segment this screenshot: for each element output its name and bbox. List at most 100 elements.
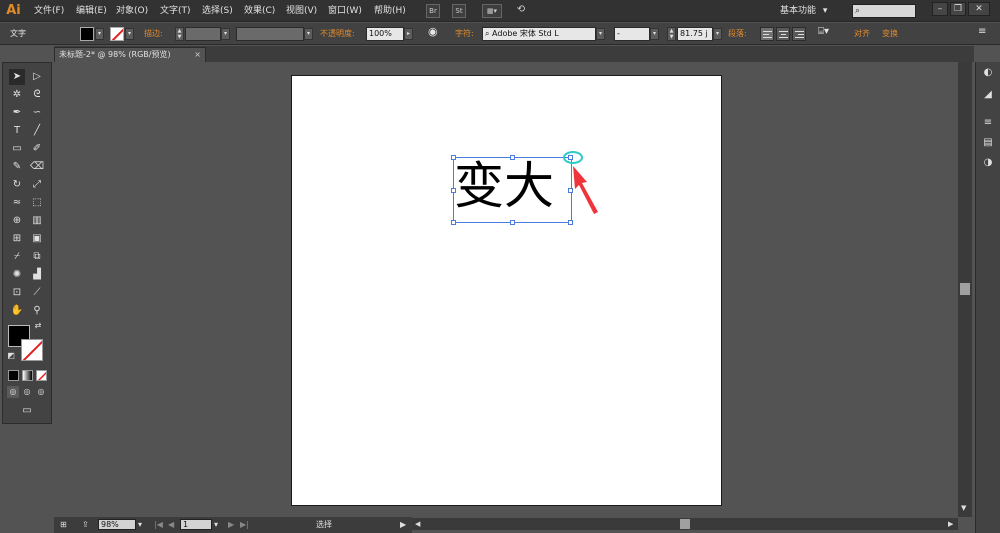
perspective-grid-tool-icon[interactable]: ▥ [29,213,45,229]
mesh-tool-icon[interactable]: ⊞ [9,231,25,247]
selection-bounding-box[interactable] [451,155,573,225]
transparency-panel-icon[interactable]: ◑ [981,156,995,170]
rotate-tool-icon[interactable]: ↻ [9,177,25,193]
rectangle-tool-icon[interactable]: ▭ [9,141,25,157]
artboard-dropdown-icon[interactable]: ▾ [214,520,218,530]
scroll-left-icon[interactable]: ◀ [415,519,420,529]
share-icon[interactable]: ⇪ [82,520,89,530]
transform-panel-link[interactable]: 变换 [882,28,898,40]
hand-tool-icon[interactable]: ✋ [9,303,25,319]
align-center-button[interactable] [776,27,790,41]
font-size-stepper[interactable]: ▲ ▼ [667,27,676,41]
menu-edit[interactable]: 编辑(E) [76,4,107,18]
font-family-dropdown[interactable]: ▾ [596,28,605,40]
variable-width-profile[interactable] [236,27,304,41]
font-family-field[interactable]: ⌕ Adobe 宋体 Std L [482,27,596,41]
resize-handle-bottom-left[interactable] [451,220,456,225]
gradient-panel-icon[interactable]: ▤ [981,136,995,150]
stroke-weight-dropdown[interactable]: ▾ [221,28,230,40]
resize-handle-bottom[interactable] [510,220,515,225]
resize-handle-left[interactable] [451,188,456,193]
first-artboard-icon[interactable]: |◀ [154,520,163,530]
stroke-weight-stepper[interactable]: ▲ ▼ [175,27,184,41]
recolor-artwork-icon[interactable]: ◉ [428,26,438,38]
fill-dropdown[interactable]: ▾ [95,28,104,40]
color-mode-icon[interactable] [8,370,19,381]
gradient-mode-icon[interactable] [22,370,33,381]
symbol-sprayer-tool-icon[interactable]: ✺ [9,267,25,283]
default-colors-icon[interactable]: ◩ [6,351,16,361]
minimize-button[interactable]: – [932,2,948,16]
shape-builder-tool-icon[interactable]: ⊕ [9,213,25,229]
stroke-weight-field[interactable] [185,27,221,41]
opacity-field[interactable]: 100% [366,27,404,41]
warp-tool-icon[interactable]: ≈ [9,195,25,211]
menu-object[interactable]: 对象(O) [116,4,148,18]
profile-dropdown[interactable]: ▾ [304,28,313,40]
menu-select[interactable]: 选择(S) [202,4,233,18]
resize-handle-bottom-right[interactable] [568,220,573,225]
draw-normal-icon[interactable]: ◎ [7,386,19,398]
fill-swatch[interactable] [80,27,94,41]
lasso-tool-icon[interactable]: ᘓ [29,87,45,103]
stroke-label[interactable]: 描边: [144,28,163,40]
previous-artboard-icon[interactable]: ◀ [168,520,174,530]
artboard[interactable]: 变大 [291,75,722,506]
eraser-tool-icon[interactable]: ⌫ [29,159,45,175]
align-left-button[interactable] [760,27,774,41]
restore-button[interactable]: ❐ [950,2,966,16]
horizontal-scroll-thumb[interactable] [680,519,690,529]
font-style-field[interactable]: - [614,27,650,41]
stroke-swatch[interactable] [110,27,124,41]
color-guide-icon[interactable]: ◢ [981,88,995,102]
paragraph-label[interactable]: 段落: [728,28,747,40]
font-size-field[interactable]: 81.75 j [677,27,713,41]
menu-type[interactable]: 文字(T) [160,4,191,18]
menu-view[interactable]: 视图(V) [286,4,317,18]
close-button[interactable]: ✕ [968,2,990,16]
pencil-tool-icon[interactable]: ✎ [9,159,25,175]
artboard-nav-icon[interactable]: ⊞ [60,520,67,530]
line-tool-icon[interactable]: ╱ [29,123,45,139]
status-menu-icon[interactable]: ▶ [400,520,406,530]
draw-behind-icon[interactable]: ◎ [21,386,33,398]
pen-tool-icon[interactable]: ✒ [9,105,25,121]
scroll-down-icon[interactable]: ▼ [961,503,966,513]
artboard-tool-icon[interactable]: ⊡ [9,285,25,301]
zoom-tool-icon[interactable]: ⚲ [29,303,45,319]
bridge-button[interactable]: Br [426,4,440,18]
opacity-label[interactable]: 不透明度: [320,28,355,40]
color-panel-icon[interactable]: ◐ [981,66,995,80]
slice-tool-icon[interactable]: ⟋ [29,285,45,301]
menu-help[interactable]: 帮助(H) [374,4,406,18]
menu-effect[interactable]: 效果(C) [244,4,275,18]
swap-colors-icon[interactable]: ⇄ [33,321,43,331]
horizontal-scrollbar[interactable]: ◀ ▶ [412,518,958,530]
align-panel-link[interactable]: 对齐 [854,28,870,40]
selection-tool-icon[interactable]: ➤ [9,69,25,85]
zoom-dropdown-icon[interactable]: ▾ [138,520,142,530]
magic-wand-tool-icon[interactable]: ✲ [9,87,25,103]
stroke-color-box[interactable] [21,339,43,361]
free-transform-tool-icon[interactable]: ⬚ [29,195,45,211]
type-tool-icon[interactable]: T [9,123,25,139]
font-size-dropdown[interactable]: ▾ [713,28,722,40]
opacity-dropdown[interactable]: ▸ [404,28,413,40]
scroll-right-icon[interactable]: ▶ [948,519,953,529]
gradient-tool-icon[interactable]: ▣ [29,231,45,247]
column-graph-tool-icon[interactable]: ▟ [29,267,45,283]
close-tab-icon[interactable]: × [194,48,201,61]
last-artboard-icon[interactable]: ▶| [240,520,249,530]
vertical-scroll-thumb[interactable] [960,283,970,295]
font-style-dropdown[interactable]: ▾ [650,28,659,40]
align-right-button[interactable] [792,27,806,41]
stroke-panel-icon[interactable]: ≡ [981,116,995,130]
menu-window[interactable]: 窗口(W) [328,4,362,18]
direct-selection-tool-icon[interactable]: ▷ [29,69,45,85]
touch-type-icon[interactable]: ⌸▾ [818,26,829,38]
stock-button[interactable]: St [452,4,466,18]
panel-menu-icon[interactable]: ≡ [978,26,986,38]
vertical-scrollbar[interactable]: ▼ [958,62,972,517]
document-tab[interactable]: 未标题-2* @ 98% (RGB/预览) × [54,47,206,62]
paintbrush-tool-icon[interactable]: ✐ [29,141,45,157]
